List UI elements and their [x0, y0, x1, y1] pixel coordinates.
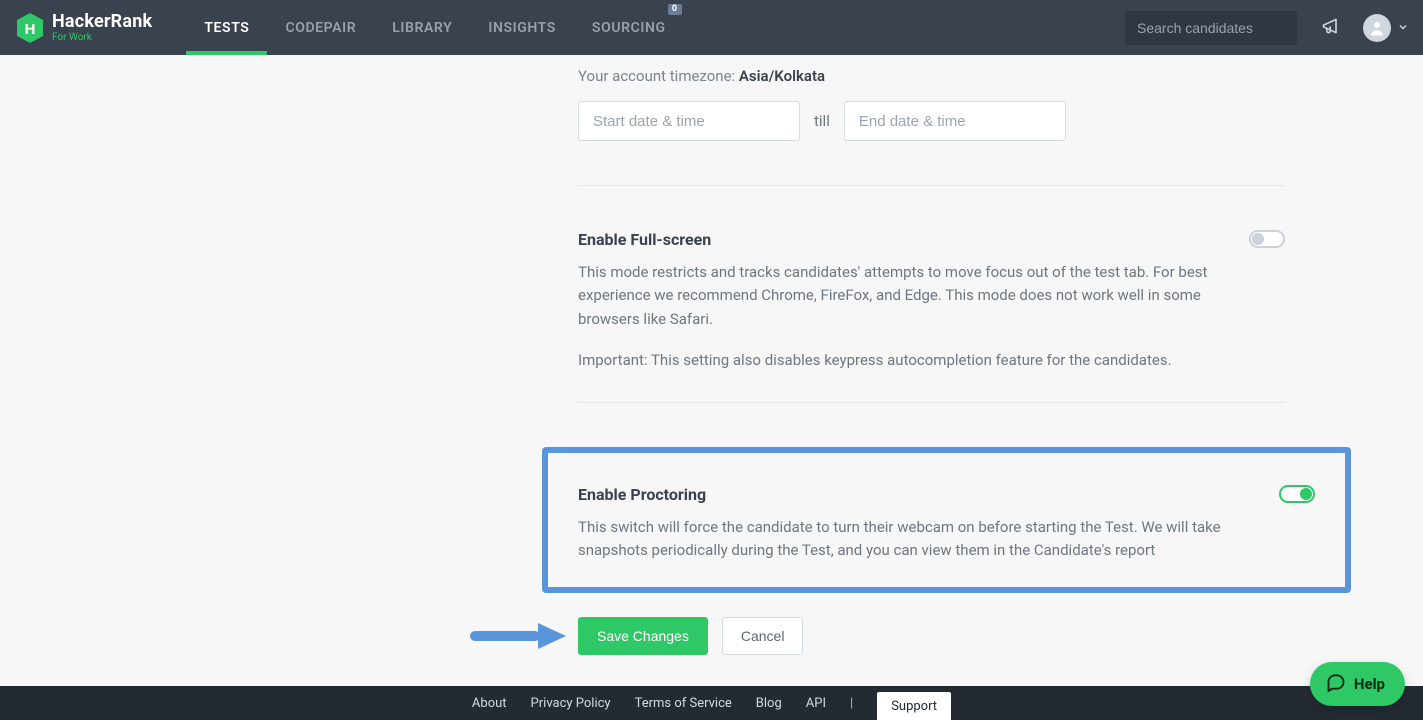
search-input[interactable] [1125, 11, 1297, 45]
chevron-down-icon [1397, 18, 1409, 37]
proctoring-toggle[interactable] [1279, 485, 1315, 503]
setting-title: Enable Proctoring [578, 485, 1255, 504]
main: Your account timezone: Asia/Kolkata till… [0, 55, 1423, 686]
section-divider [578, 402, 1285, 403]
setting-desc-important: Important: This setting also disables ke… [578, 349, 1225, 372]
speech-bubble-icon [1326, 672, 1346, 696]
cancel-button[interactable]: Cancel [722, 617, 804, 655]
timezone-line: Your account timezone: Asia/Kolkata [578, 67, 1295, 85]
help-label: Help [1354, 675, 1385, 693]
footer-api[interactable]: API [806, 696, 826, 711]
date-range-row: till [578, 101, 1295, 141]
footer: About Privacy Policy Terms of Service Bl… [0, 686, 1423, 720]
start-datetime-input[interactable] [578, 101, 800, 141]
fullscreen-toggle[interactable] [1249, 230, 1285, 248]
brand-subline: For Work [52, 33, 152, 43]
arrow-annotation-icon [470, 619, 570, 657]
timezone-value: Asia/Kolkata [739, 67, 825, 85]
setting-desc: This mode restricts and tracks candidate… [578, 261, 1225, 331]
section-divider [578, 185, 1285, 186]
nav-insights[interactable]: INSIGHTS [470, 0, 574, 55]
save-button[interactable]: Save Changes [578, 617, 708, 655]
footer-blog[interactable]: Blog [756, 696, 782, 711]
nav-tests[interactable]: TESTS [186, 0, 267, 55]
topbar-right [1125, 11, 1409, 45]
settings-panel: Your account timezone: Asia/Kolkata till… [578, 55, 1295, 686]
end-datetime-input[interactable] [844, 101, 1066, 141]
footer-privacy[interactable]: Privacy Policy [531, 696, 611, 711]
setting-title: Enable Full-screen [578, 230, 1225, 249]
setting-desc: This switch will force the candidate to … [578, 516, 1228, 563]
setting-proctoring: Enable Proctoring This switch will force… [578, 485, 1315, 563]
brand-logo-icon: H [16, 12, 44, 44]
megaphone-icon[interactable] [1321, 16, 1341, 40]
avatar-icon [1363, 14, 1391, 42]
nav-badge: 0 [668, 4, 682, 15]
svg-text:H: H [25, 21, 36, 38]
nav-label: CODEPAIR [285, 20, 356, 36]
footer-about[interactable]: About [472, 696, 507, 711]
help-widget[interactable]: Help [1310, 662, 1405, 706]
nav-label: TESTS [204, 20, 249, 36]
nav-label: SOURCING [592, 20, 666, 36]
footer-terms[interactable]: Terms of Service [635, 696, 732, 711]
nav-label: LIBRARY [392, 20, 452, 36]
setting-fullscreen: Enable Full-screen This mode restricts a… [578, 230, 1285, 372]
nav-library[interactable]: LIBRARY [374, 0, 470, 55]
date-range-separator: till [814, 112, 830, 130]
top-navbar: H HackerRank For Work TESTS CODEPAIR LIB… [0, 0, 1423, 55]
nav-sourcing[interactable]: SOURCING 0 [574, 0, 684, 55]
nav-codepair[interactable]: CODEPAIR [267, 0, 374, 55]
brand[interactable]: H HackerRank For Work [16, 12, 152, 44]
form-actions: Save Changes Cancel [578, 617, 1295, 655]
nav-label: INSIGHTS [488, 20, 556, 36]
brand-name: HackerRank [52, 13, 152, 31]
footer-separator: | [850, 696, 853, 711]
user-menu[interactable] [1363, 14, 1409, 42]
footer-support[interactable]: Support [877, 692, 951, 720]
primary-nav: TESTS CODEPAIR LIBRARY INSIGHTS SOURCING… [186, 0, 683, 55]
timezone-prefix: Your account timezone: [578, 67, 739, 85]
highlight-annotation: Enable Proctoring This switch will force… [542, 447, 1351, 593]
